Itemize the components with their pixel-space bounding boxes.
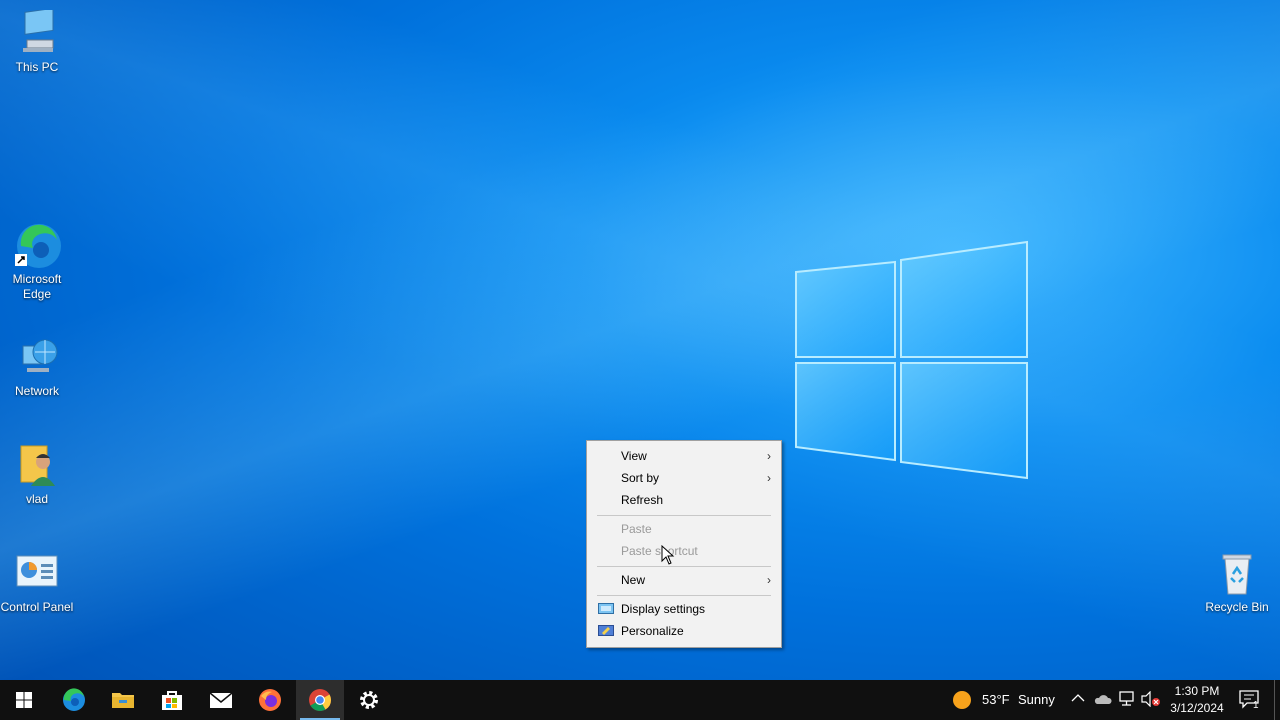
menu-item-label: Paste: [621, 522, 652, 536]
menu-item-label: Paste shortcut: [621, 544, 698, 558]
menu-item-label: View: [621, 449, 647, 463]
menu-item-display-settings[interactable]: Display settings: [589, 598, 779, 620]
personalize-icon: [598, 625, 614, 636]
show-desktop-button[interactable]: [1274, 680, 1280, 720]
menu-item-label: Display settings: [621, 602, 706, 616]
menu-item-new[interactable]: New ›: [589, 569, 779, 591]
menu-item-sort-by[interactable]: Sort by ›: [589, 467, 779, 489]
user-folder-icon: [13, 442, 61, 490]
menu-separator: [597, 595, 771, 596]
menu-item-label: Sort by: [621, 471, 660, 485]
menu-item-label: Refresh: [621, 493, 664, 507]
edge-icon: [63, 688, 85, 711]
menu-item-personalize[interactable]: Personalize: [589, 620, 779, 642]
desktop-icon-label: Recycle Bin: [1205, 600, 1269, 614]
desktop-icon-this-pc[interactable]: This PC: [0, 7, 74, 75]
control-panel-icon: [13, 550, 61, 598]
weather-temperature[interactable]: 53°F: [982, 692, 1010, 707]
desktop-icon-recycle-bin[interactable]: Recycle Bin: [1200, 550, 1274, 615]
menu-item-label: Personalize: [621, 624, 684, 638]
desktop-icon-vlad[interactable]: vlad: [0, 442, 74, 507]
display-icon: [598, 603, 614, 614]
action-center-button[interactable]: 1: [1236, 680, 1266, 720]
chevron-right-icon: ›: [767, 449, 771, 463]
taskbar-settings[interactable]: [345, 680, 393, 720]
mouse-cursor-icon: [661, 545, 675, 565]
desktop-icon-label: Control Panel: [0, 600, 74, 614]
taskbar-chrome[interactable]: [296, 680, 344, 720]
menu-item-paste-shortcut: Paste shortcut: [589, 540, 779, 562]
menu-item-view[interactable]: View ›: [589, 445, 779, 467]
start-button[interactable]: [0, 680, 48, 720]
volume-muted-icon[interactable]: [1141, 691, 1161, 707]
desktop-icon-network[interactable]: Network: [0, 334, 74, 399]
taskbar-mail[interactable]: [197, 680, 245, 720]
mail-icon: [209, 692, 233, 708]
store-icon: [162, 691, 182, 710]
desktop-icon-label: Microsoft Edge: [12, 272, 62, 301]
network-status-icon[interactable]: [1118, 691, 1136, 707]
menu-separator: [597, 515, 771, 516]
desktop-context-menu: View › Sort by › Refresh Paste Paste sho…: [586, 440, 782, 648]
chevron-right-icon: ›: [767, 471, 771, 485]
network-icon: [13, 334, 61, 382]
start-icon: [16, 692, 32, 708]
weather-condition[interactable]: Sunny: [1018, 692, 1055, 707]
settings-icon: [360, 691, 378, 709]
desktop-icon-label: vlad: [25, 492, 48, 506]
chevron-up-icon[interactable]: [1071, 693, 1085, 703]
edge-icon: [13, 222, 61, 270]
notification-count-badge: 1: [1253, 700, 1259, 711]
chevron-right-icon: ›: [767, 573, 771, 587]
desktop-icon-label: Network: [14, 384, 59, 398]
taskbar-edge[interactable]: [50, 680, 98, 720]
chrome-icon: [309, 689, 331, 711]
recycle-bin-icon: [1213, 550, 1261, 598]
firefox-icon: [259, 689, 281, 711]
taskbar-file-explorer[interactable]: [99, 680, 147, 720]
menu-item-paste: Paste: [589, 518, 779, 540]
file-explorer-icon: [112, 693, 134, 708]
desktop-icon-label: This PC: [15, 60, 59, 74]
clock-time: 1:30 PM: [1174, 684, 1220, 698]
sun-weather-icon[interactable]: [952, 690, 972, 710]
menu-item-label: New: [621, 573, 646, 587]
desktop-icon-microsoft-edge[interactable]: Microsoft Edge: [0, 222, 74, 302]
onedrive-icon[interactable]: [1094, 692, 1112, 706]
this-pc-icon: [13, 7, 61, 58]
menu-separator: [597, 566, 771, 567]
taskbar-microsoft-store[interactable]: [148, 680, 196, 720]
menu-item-refresh[interactable]: Refresh: [589, 489, 779, 511]
taskbar: 53°F Sunny 1:30 PM 3/12/2024 1: [0, 680, 1280, 720]
taskbar-firefox[interactable]: [246, 680, 294, 720]
clock-date: 3/12/2024: [1170, 701, 1224, 715]
desktop-icon-control-panel[interactable]: Control Panel: [0, 550, 74, 615]
taskbar-clock[interactable]: 1:30 PM 3/12/2024: [1162, 683, 1232, 717]
